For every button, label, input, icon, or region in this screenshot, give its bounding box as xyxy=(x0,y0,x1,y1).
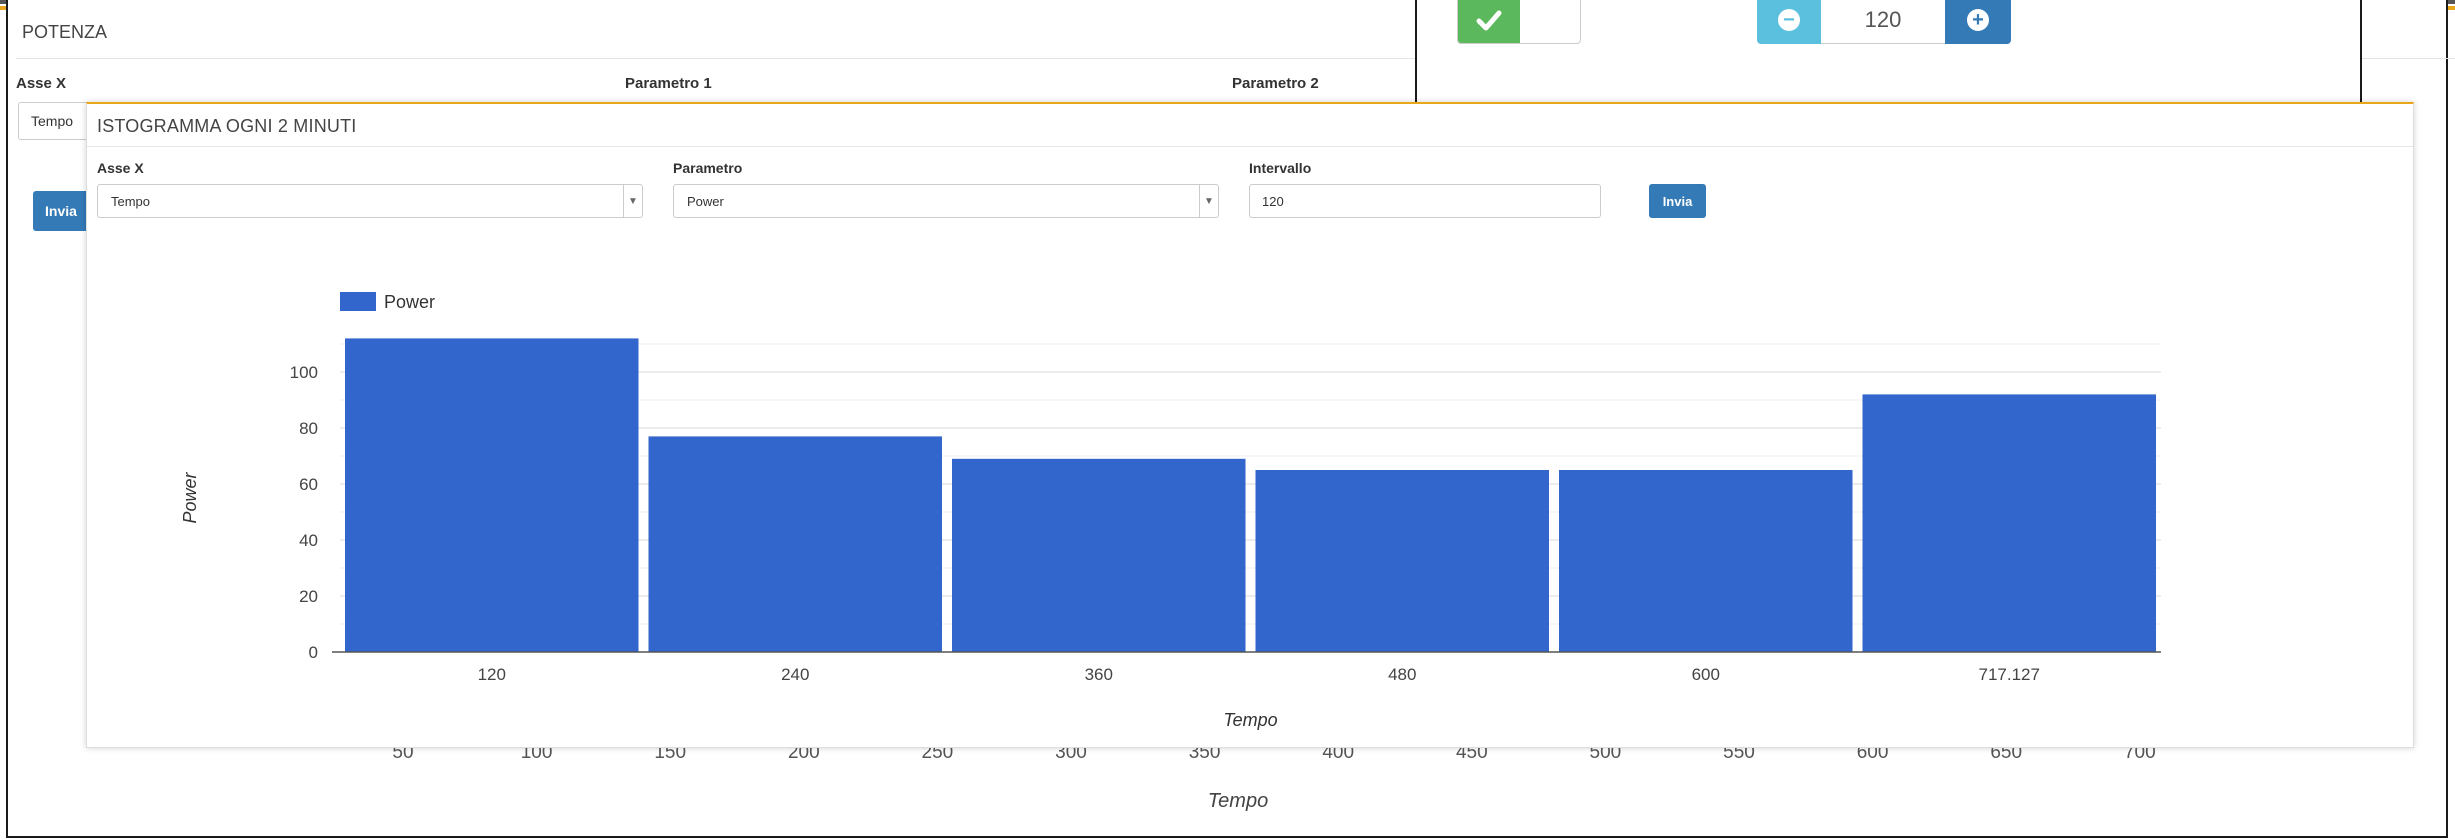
y-tick-label: 20 xyxy=(299,587,318,606)
bar xyxy=(1862,394,2156,652)
legend-label: Power xyxy=(384,292,435,312)
y-tick-label: 40 xyxy=(299,531,318,550)
y-tick-label: 80 xyxy=(299,419,318,438)
enable-toggle[interactable] xyxy=(1457,0,1581,44)
bar xyxy=(345,338,639,652)
x-axis-title: Tempo xyxy=(1207,790,1269,812)
histogram-chart: 0 20 40 60 80 100 120 240 360 480 600 717.127 Tempo P… xyxy=(180,292,2161,730)
x-axis-title: Tempo xyxy=(1223,710,1277,730)
x-tick-label: 240 xyxy=(781,665,809,684)
histogram-panel: ISTOGRAMMA OGNI 2 MINUTI Asse X Tempo ▼ … xyxy=(86,102,2414,748)
submit-button[interactable]: Invia xyxy=(33,191,89,231)
check-icon xyxy=(1458,0,1520,43)
bar xyxy=(952,458,1246,652)
x-tick-label: 480 xyxy=(1388,665,1416,684)
y-tick-label: 60 xyxy=(299,475,318,494)
x-tick-label: 120 xyxy=(478,665,506,684)
control-strip: − 120 + xyxy=(1415,0,2362,104)
param2-label: Parametro 2 xyxy=(1232,75,1319,92)
legend-swatch xyxy=(340,292,376,311)
panel-title: POTENZA xyxy=(22,22,108,42)
x-tick-label: 360 xyxy=(1085,665,1113,684)
y-tick-label: 100 xyxy=(290,363,318,382)
y-tick-label: 0 xyxy=(309,643,318,662)
bar xyxy=(648,436,942,652)
param1-label: Parametro 1 xyxy=(625,75,712,92)
bar xyxy=(1255,470,1549,652)
bar xyxy=(1559,470,1853,652)
plus-circle-icon[interactable]: + xyxy=(1945,0,2011,44)
x-tick-label: 717.127 xyxy=(1979,665,2040,684)
x-tick-label: 600 xyxy=(1692,665,1720,684)
y-axis-title: Power xyxy=(180,471,200,523)
axis-x-select[interactable]: Tempo xyxy=(18,102,88,140)
interval-stepper[interactable]: − 120 + xyxy=(1757,0,2013,44)
axis-x-label: Asse X xyxy=(16,75,67,92)
minus-circle-icon[interactable]: − xyxy=(1757,0,1821,44)
stepper-value[interactable]: 120 xyxy=(1821,0,1945,44)
